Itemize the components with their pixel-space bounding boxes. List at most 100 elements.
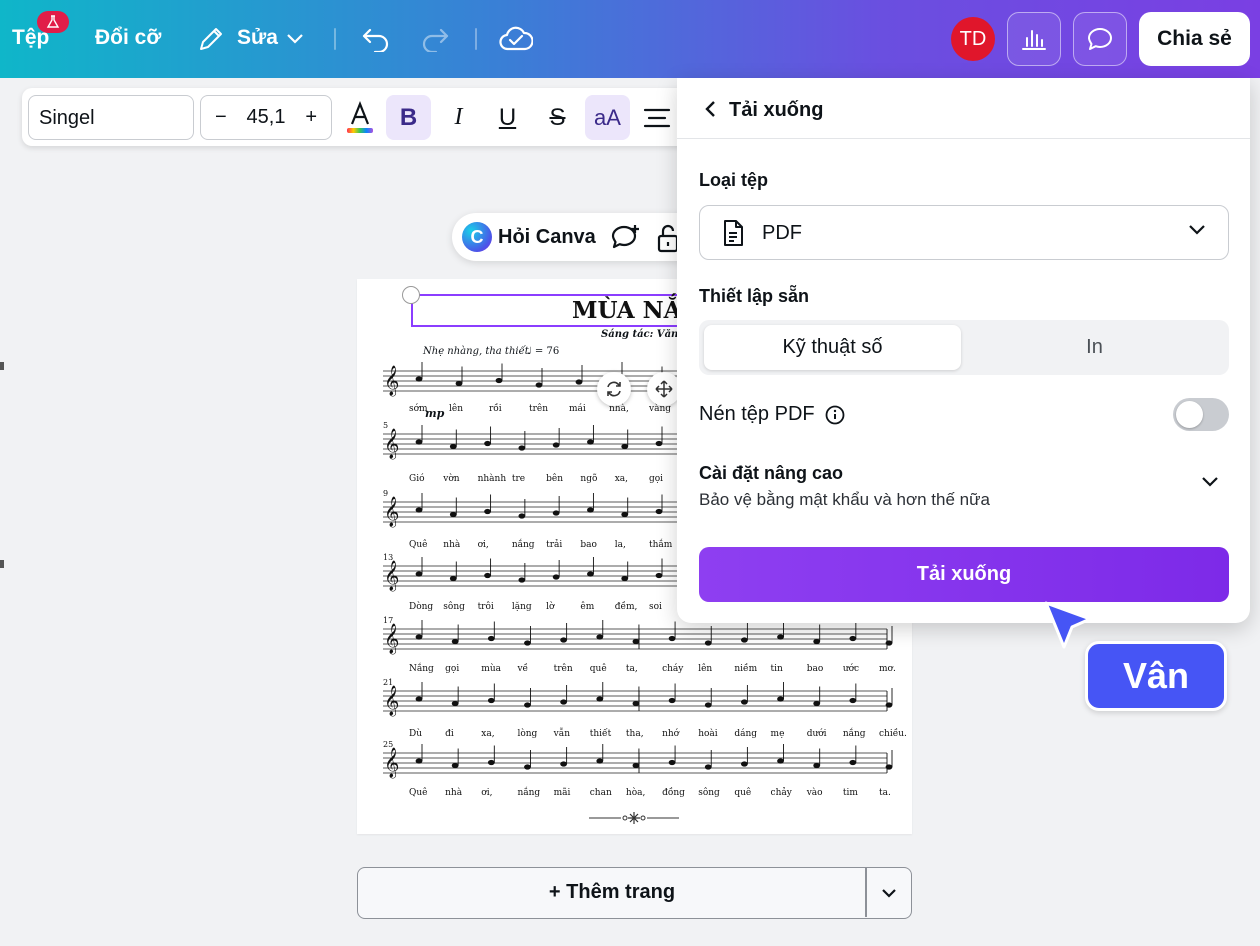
note-head: [575, 379, 583, 385]
comments-button[interactable]: [1073, 12, 1127, 66]
italic-icon: I: [454, 104, 463, 130]
chevron-down-icon[interactable]: [284, 28, 306, 50]
preset-option-print[interactable]: In: [966, 325, 1223, 370]
add-comment-icon[interactable]: [610, 223, 642, 258]
note-head: [740, 761, 748, 767]
underline-button[interactable]: U: [485, 95, 530, 140]
divider: [334, 28, 336, 50]
bold-button[interactable]: B: [386, 95, 431, 140]
note-head: [668, 635, 676, 642]
lyric-syllable: quê: [734, 788, 752, 798]
lyric-syllable: sớm: [409, 404, 428, 414]
advanced-settings-title[interactable]: Cài đặt nâng cao: [699, 463, 843, 484]
note-head: [524, 640, 531, 646]
note-head: [655, 440, 663, 447]
lyric-syllable: dáng: [734, 729, 758, 739]
treble-clef: 𝄞: [384, 560, 399, 592]
note-head: [632, 638, 640, 645]
file-type-select[interactable]: PDF: [699, 205, 1229, 260]
treble-clef: 𝄞: [384, 365, 399, 397]
note-head: [655, 572, 663, 579]
lyric-syllable: Quê: [409, 788, 428, 798]
italic-button[interactable]: I: [436, 95, 481, 140]
compress-pdf-label: Nén tệp PDF: [699, 403, 815, 425]
treble-clef: 𝄞: [384, 623, 399, 655]
lyric-syllable: bên: [546, 474, 564, 484]
note-head: [449, 511, 457, 518]
lyric-syllable: nắng: [517, 788, 541, 798]
avatar[interactable]: TD: [951, 17, 995, 61]
chevron-down-icon[interactable]: [1201, 476, 1219, 488]
info-icon[interactable]: [825, 405, 845, 430]
note-head: [621, 443, 629, 450]
lyric-syllable: niềm: [734, 664, 758, 674]
treble-clef: 𝄞: [384, 685, 399, 717]
lyric-syllable: hoài: [698, 729, 718, 739]
font-size-value[interactable]: 45,1: [247, 106, 286, 129]
measure-number: 5: [383, 421, 388, 430]
font-size-stepper[interactable]: − 45,1 +: [200, 95, 332, 140]
lyric-syllable: lên: [698, 664, 713, 674]
cloud-saved-icon[interactable]: [499, 23, 533, 55]
lyric-syllable: nắng: [511, 540, 535, 550]
font-size-increase-button[interactable]: +: [305, 106, 317, 129]
lyric-syllable: trên: [529, 404, 549, 414]
insights-button[interactable]: [1007, 12, 1061, 66]
lyric-syllable: sông: [698, 788, 720, 798]
lyric-syllable: chảy: [770, 788, 792, 798]
rotate-icon[interactable]: [597, 372, 631, 406]
share-button[interactable]: Chia sẻ: [1139, 12, 1250, 66]
note-head: [518, 577, 526, 583]
lyric-syllable: quê: [589, 664, 607, 674]
note-head: [552, 574, 560, 580]
preset-label: Thiết lập sẵn: [699, 286, 810, 306]
note-head: [560, 761, 568, 767]
lyric-syllable: Quê: [409, 540, 428, 550]
note-head: [596, 634, 604, 640]
font-family-select[interactable]: Singel: [28, 95, 194, 140]
redo-icon[interactable]: [419, 24, 451, 54]
note-head: [655, 508, 663, 515]
note-head: [849, 635, 857, 642]
ask-canva-button[interactable]: Hỏi Canva: [498, 226, 596, 249]
letter-case-button[interactable]: aA: [585, 95, 630, 140]
strikethrough-button[interactable]: S: [535, 95, 580, 140]
add-page-options-button[interactable]: [867, 868, 911, 917]
lyric-syllable: nhành: [477, 474, 507, 484]
add-page-button[interactable]: + Thêm trang: [358, 868, 866, 917]
download-button[interactable]: Tải xuống: [699, 547, 1229, 602]
lyric-syllable: êm: [580, 602, 595, 612]
resize-button[interactable]: Đổi cỡ: [95, 26, 161, 50]
lyric-syllable: lòng: [517, 729, 538, 739]
back-arrow-icon[interactable]: [699, 98, 721, 120]
lyric-syllable: đi: [445, 729, 454, 739]
ornament-divider: [589, 812, 679, 824]
advanced-settings-subtitle: Bảo vệ bằng mật khẩu và hơn thế nữa: [699, 490, 990, 509]
note-head: [596, 696, 604, 702]
note-head: [587, 571, 594, 577]
compress-pdf-toggle[interactable]: [1173, 398, 1229, 431]
pencil-icon[interactable]: [196, 24, 226, 54]
strikethrough-icon: S: [549, 103, 566, 131]
align-button[interactable]: [634, 95, 679, 140]
text-color-button[interactable]: [337, 95, 382, 140]
chevron-down-icon: [1189, 225, 1205, 235]
note-head: [668, 759, 676, 766]
edit-menu-button[interactable]: Sửa: [237, 26, 278, 50]
lyric-syllable: tha,: [625, 729, 644, 739]
lyric-syllable: hòa,: [625, 788, 646, 798]
note-head: [484, 572, 491, 579]
undo-icon[interactable]: [360, 24, 392, 54]
divider: [475, 28, 477, 50]
preset-option-digital[interactable]: Kỹ thuật số: [704, 325, 961, 370]
treble-clef: 𝄞: [384, 428, 399, 460]
measure-number: 17: [383, 616, 393, 625]
note-head: [632, 762, 640, 769]
bold-icon: B: [399, 103, 418, 131]
canva-logo-icon[interactable]: C: [462, 222, 492, 252]
top-bar: Tệp Đổi cỡ Sửa TD Chia sẻ: [0, 0, 1260, 78]
note-head: [415, 634, 423, 640]
font-size-decrease-button[interactable]: −: [215, 106, 227, 129]
note-head: [552, 442, 560, 448]
move-icon[interactable]: [647, 372, 681, 406]
